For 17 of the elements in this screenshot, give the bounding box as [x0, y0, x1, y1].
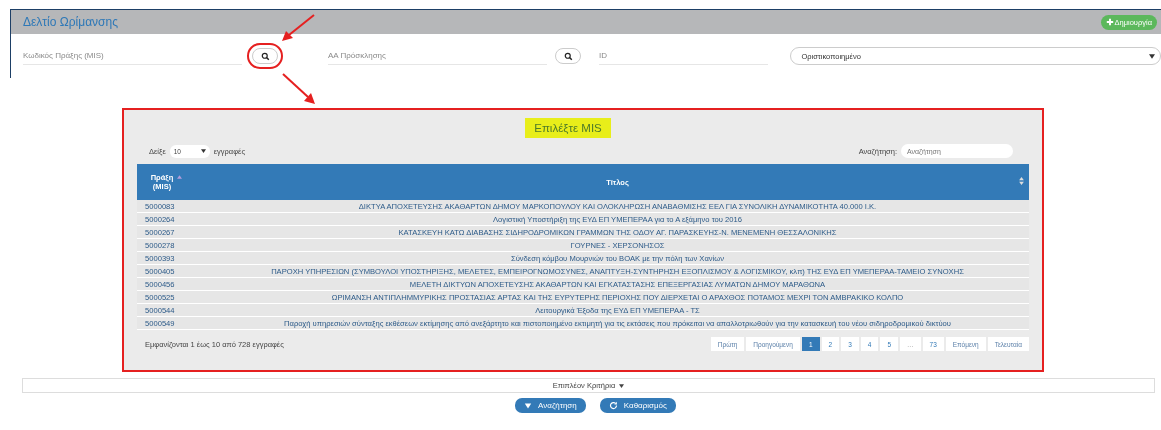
caret-down-icon [619, 383, 625, 388]
caret-down-icon [200, 149, 206, 153]
action-button[interactable]: Καθαρισμός [599, 398, 676, 413]
caret-icon [524, 401, 533, 410]
page-title: Δελτίο Ωρίμανσης [23, 15, 118, 29]
caret-down-icon [1149, 53, 1155, 59]
annotation-arrow [282, 73, 316, 105]
modal-title: Επιλέξτε MIS [525, 118, 611, 138]
search-icon [260, 51, 270, 61]
sort-icon [1019, 177, 1024, 185]
annotation-arrow [281, 14, 315, 42]
plus-icon [1105, 18, 1114, 26]
search-icon [563, 51, 573, 61]
refresh-icon [608, 401, 618, 410]
search-button[interactable] [555, 48, 582, 64]
action-button[interactable]: Αναζήτηση [515, 398, 586, 413]
sort-asc-icon [177, 175, 182, 179]
